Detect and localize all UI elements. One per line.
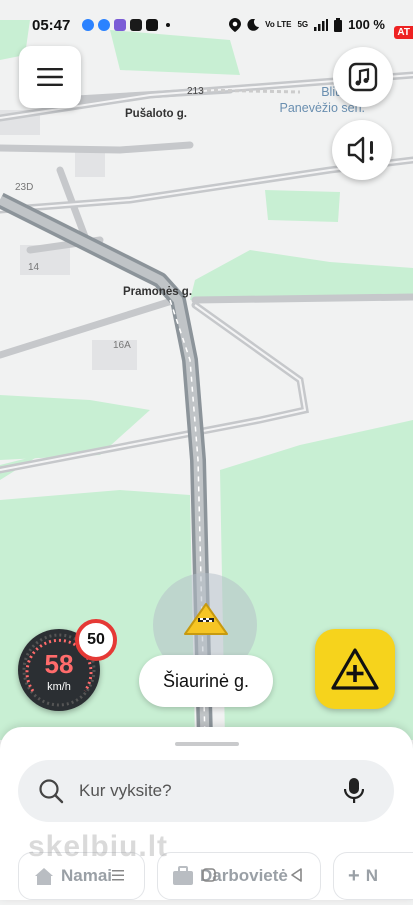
tv-icon — [130, 19, 142, 31]
viber-icon — [114, 19, 126, 31]
speed-limit-sign: 50 — [75, 619, 117, 661]
notification-icons — [82, 19, 170, 31]
warning-plus-icon — [331, 648, 379, 690]
status-time: 05:47 — [32, 17, 71, 34]
sound-settings-button[interactable] — [332, 120, 392, 180]
tiktok-icon — [146, 19, 158, 31]
speed-unit: km/h — [47, 681, 71, 693]
report-hazard-button[interactable] — [315, 629, 395, 709]
signal-icon — [314, 18, 329, 31]
map-label-building: 23D — [15, 182, 34, 193]
search-icon — [39, 779, 64, 804]
search-input[interactable]: Kur vyksite? — [79, 781, 172, 801]
volte-icon: Vo LTE — [265, 19, 292, 29]
watermark: skelbiu.lt — [28, 830, 169, 863]
map-label-building: 14 — [28, 262, 40, 273]
dot-icon — [166, 23, 170, 27]
system-status: Vo LTE 5G 100 % — [229, 17, 385, 32]
speaker-alert-icon — [347, 136, 374, 164]
moon-icon — [247, 18, 260, 31]
search-bar[interactable]: Kur vyksite? — [18, 760, 394, 822]
status-bar: 05:47 Vo LTE 5G 100 % AT — [0, 0, 413, 40]
map-label-street: Pušaloto g. — [125, 108, 187, 120]
microphone-icon[interactable] — [344, 777, 364, 805]
messenger-icon — [82, 19, 94, 31]
park-area — [265, 190, 340, 222]
hamburger-menu-icon — [37, 68, 63, 86]
back-nav-icon[interactable] — [289, 867, 303, 883]
map-label-road-number: 213 — [187, 86, 204, 97]
music-button[interactable] — [333, 47, 393, 107]
system-navigation-bar — [0, 862, 413, 892]
menu-button[interactable] — [19, 46, 81, 108]
current-street-label: Šiaurinė g. — [139, 655, 273, 707]
network-type: 5G — [297, 20, 309, 29]
map-label-building: 16A — [113, 340, 131, 351]
battery-icon — [334, 17, 343, 32]
music-note-icon — [348, 62, 378, 92]
map-label-street: Pramonės g. — [123, 286, 193, 298]
recent-apps-icon[interactable] — [111, 868, 125, 882]
building — [75, 152, 105, 177]
home-nav-icon[interactable] — [201, 867, 217, 883]
car-position-icon — [184, 603, 228, 635]
carrier-badge: AT — [394, 26, 413, 39]
sheet-drag-handle[interactable] — [175, 742, 239, 746]
messenger-icon — [98, 19, 110, 31]
battery-percent: 100 % — [348, 17, 385, 32]
location-icon — [229, 17, 242, 32]
